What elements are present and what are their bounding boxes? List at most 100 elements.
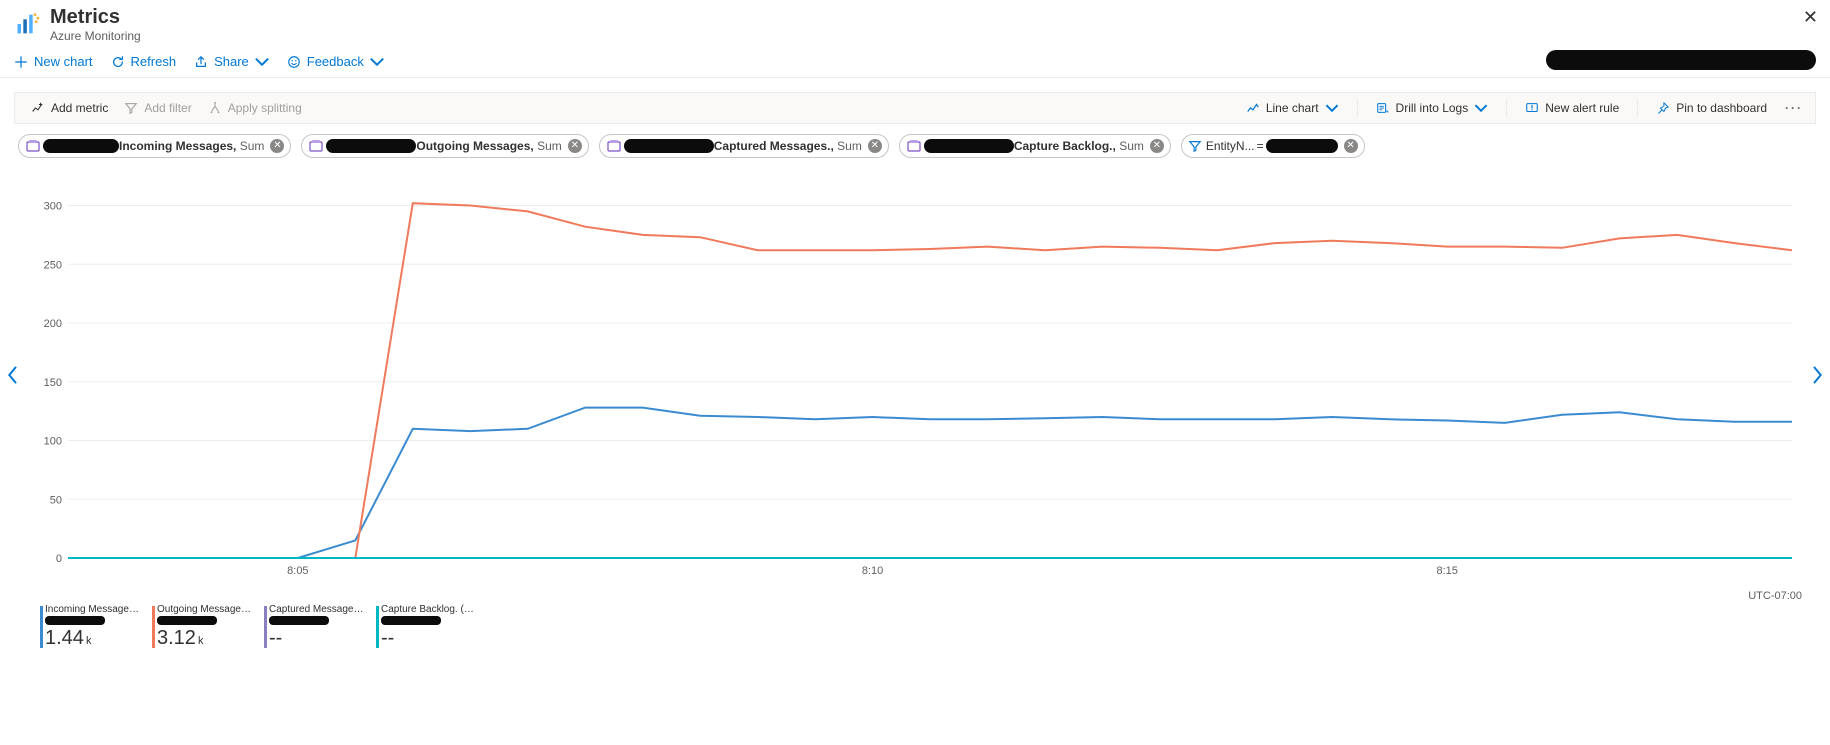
filter-icon: [124, 101, 138, 115]
logs-icon: [1376, 101, 1390, 115]
pin-to-dashboard-label: Pin to dashboard: [1676, 101, 1767, 115]
chart-legend: Incoming Messages (Sum) 1.44k Outgoing Mes…: [0, 604, 1830, 650]
page-subtitle: Azure Monitoring: [50, 28, 141, 44]
redacted-region: [269, 616, 329, 625]
redacted-region: [924, 139, 1014, 153]
filter-icon: [1188, 139, 1202, 153]
add-filter-button[interactable]: Add filter: [116, 97, 199, 119]
pin-to-dashboard-button[interactable]: Pin to dashboard: [1646, 97, 1777, 119]
metric-aggregation: Sum: [534, 139, 562, 153]
chart-prev-button[interactable]: [2, 361, 24, 395]
metrics-icon: [14, 10, 42, 38]
remove-chip-button[interactable]: ✕: [1150, 139, 1164, 153]
chart-type-button[interactable]: Line chart: [1236, 97, 1349, 119]
feedback-label: Feedback: [307, 54, 364, 69]
legend-item[interactable]: Captured Messages. (...--: [264, 604, 366, 650]
chart-toolbar: Add metric Add filter Apply splitting Li…: [14, 92, 1816, 124]
legend-series-name: Incoming Messages (Sum): [45, 604, 142, 615]
svg-text:8:10: 8:10: [862, 565, 883, 577]
metric-name: Incoming Messages,: [119, 139, 236, 153]
legend-series-name: Captured Messages. (...: [269, 604, 366, 615]
svg-text:8:15: 8:15: [1436, 565, 1457, 577]
plus-icon: [14, 55, 28, 69]
metric-chip[interactable]: Capture Backlog., Sum ✕: [899, 134, 1171, 158]
metric-chip[interactable]: Outgoing Messages, Sum ✕: [301, 134, 588, 158]
close-button[interactable]: ✕: [1803, 8, 1818, 26]
redacted-region: [45, 616, 105, 625]
apply-splitting-label: Apply splitting: [228, 101, 302, 115]
add-metric-button[interactable]: Add metric: [23, 97, 116, 119]
legend-value: --: [381, 627, 478, 650]
chevron-down-icon: [1325, 101, 1339, 115]
page-header: Metrics Azure Monitoring ✕: [0, 0, 1830, 48]
redacted-region: [1266, 139, 1338, 153]
resource-icon: [606, 138, 622, 154]
redacted-region: [326, 139, 416, 153]
chart-next-button[interactable]: [1806, 361, 1828, 395]
metric-chip[interactable]: Incoming Messages, Sum ✕: [18, 134, 291, 158]
svg-text:250: 250: [44, 259, 62, 271]
share-button[interactable]: Share: [194, 54, 269, 69]
metric-name: Captured Messages.,: [714, 139, 834, 153]
new-alert-rule-label: New alert rule: [1545, 101, 1619, 115]
alert-icon: [1525, 101, 1539, 115]
legend-value: 3.12k: [157, 627, 254, 650]
chart-svg: 0501001502002503008:058:108:15: [28, 166, 1802, 596]
new-chart-label: New chart: [34, 54, 93, 69]
timezone-label: UTC-07:00: [1748, 590, 1802, 602]
drill-into-logs-button[interactable]: Drill into Logs: [1366, 97, 1499, 119]
metric-name: Outgoing Messages,: [416, 139, 533, 153]
svg-text:0: 0: [56, 553, 62, 565]
legend-item[interactable]: Incoming Messages (Sum) 1.44k: [40, 604, 142, 650]
remove-chip-button[interactable]: ✕: [1344, 139, 1358, 153]
legend-item[interactable]: Capture Backlog. (Sum) --: [376, 604, 478, 650]
redacted-region: [1546, 50, 1816, 70]
redacted-region: [157, 616, 217, 625]
add-filter-label: Add filter: [144, 101, 191, 115]
smiley-icon: [287, 55, 301, 69]
chevron-down-icon: [370, 55, 384, 69]
svg-text:150: 150: [44, 377, 62, 389]
svg-text:300: 300: [44, 201, 62, 213]
feedback-button[interactable]: Feedback: [287, 54, 384, 69]
new-alert-rule-button[interactable]: New alert rule: [1515, 97, 1629, 119]
add-metric-icon: [31, 101, 45, 115]
more-menu-button[interactable]: ···: [1781, 101, 1807, 115]
chevron-down-icon: [255, 55, 269, 69]
resource-icon: [906, 138, 922, 154]
metric-aggregation: Sum: [834, 139, 862, 153]
remove-chip-button[interactable]: ✕: [868, 139, 882, 153]
chart-type-label: Line chart: [1266, 101, 1319, 115]
remove-chip-button[interactable]: ✕: [568, 139, 582, 153]
remove-chip-button[interactable]: ✕: [270, 139, 284, 153]
filter-chip[interactable]: EntityN...=✕: [1181, 134, 1365, 158]
filter-equals: =: [1257, 139, 1264, 153]
redacted-region: [624, 139, 714, 153]
svg-text:100: 100: [44, 436, 62, 448]
legend-item[interactable]: Outgoing Messages (Sum)3.12k: [152, 604, 254, 650]
apply-splitting-button[interactable]: Apply splitting: [200, 97, 310, 119]
legend-series-name: Capture Backlog. (Sum): [381, 604, 478, 615]
metric-name: Capture Backlog.,: [1014, 139, 1116, 153]
line-chart-icon: [1246, 101, 1260, 115]
refresh-icon: [111, 55, 125, 69]
metric-chip[interactable]: Captured Messages., Sum ✕: [599, 134, 889, 158]
add-metric-label: Add metric: [51, 101, 108, 115]
pin-icon: [1656, 101, 1670, 115]
metric-aggregation: Sum: [236, 139, 264, 153]
split-icon: [208, 101, 222, 115]
drill-into-logs-label: Drill into Logs: [1396, 101, 1469, 115]
refresh-label: Refresh: [131, 54, 177, 69]
svg-text:200: 200: [44, 318, 62, 330]
redacted-region: [43, 139, 119, 153]
new-chart-button[interactable]: New chart: [14, 54, 93, 69]
legend-value: 1.44k: [45, 627, 142, 650]
resource-icon: [308, 138, 324, 154]
refresh-button[interactable]: Refresh: [111, 54, 177, 69]
metric-aggregation: Sum: [1116, 139, 1144, 153]
share-icon: [194, 55, 208, 69]
page-title: Metrics: [50, 6, 141, 28]
resource-icon: [25, 138, 41, 154]
command-bar: New chart Refresh Share Feedback: [0, 48, 1830, 78]
svg-text:50: 50: [50, 494, 62, 506]
